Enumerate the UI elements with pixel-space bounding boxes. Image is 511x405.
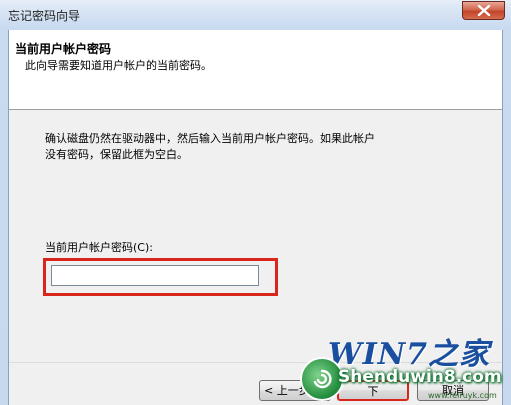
close-button[interactable] xyxy=(462,1,505,20)
cancel-button[interactable]: 取消 xyxy=(417,380,489,401)
back-button[interactable]: < 上一步(B) xyxy=(259,380,331,401)
dialog-client-area: 当前用户帐户密码 此向导需要知道用户帐户的当前密码。 确认磁盘仍然在驱动器中，然… xyxy=(8,30,503,405)
password-input[interactable] xyxy=(51,265,259,286)
button-bar: < 上一步(B) 下 取消 xyxy=(9,362,502,405)
password-field-label: 当前用户帐户密码(C): xyxy=(45,241,153,254)
instruction-line-2: 没有密码，保留此框为空白。 xyxy=(45,148,188,161)
page-title: 当前用户帐户密码 xyxy=(15,42,112,56)
title-bar[interactable]: 忘记密码向导 xyxy=(0,0,511,30)
wizard-window: 忘记密码向导 当前用户帐户密码 此向导需要知道用户帐户的当前密码。 确认磁盘仍然… xyxy=(0,0,511,405)
page-subtitle: 此向导需要知道用户帐户的当前密码。 xyxy=(25,59,212,72)
instruction-line-1: 确认磁盘仍然在驱动器中，然后输入当前用户帐户密码。如果此帐户 xyxy=(45,132,375,145)
close-icon xyxy=(477,5,491,16)
next-button[interactable]: 下 xyxy=(337,380,409,401)
window-title: 忘记密码向导 xyxy=(8,9,81,23)
wizard-header: 当前用户帐户密码 此向导需要知道用户帐户的当前密码。 xyxy=(9,30,502,110)
